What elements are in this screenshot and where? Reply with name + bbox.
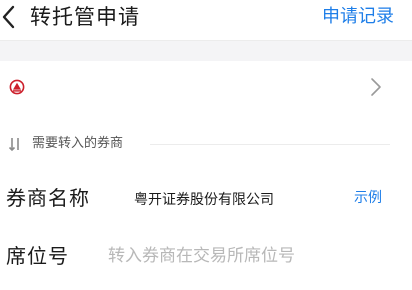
back-button[interactable] xyxy=(0,2,22,32)
target-broker-section-header: 需要转入的券商 xyxy=(0,130,412,158)
top-nav-bar: 转托管申请 申请记录 xyxy=(0,0,412,41)
page-title: 转托管申请 xyxy=(30,5,140,29)
application-records-link[interactable]: 申请记录 xyxy=(322,6,394,28)
broker-name-row: 券商名称 粤开证券股份有限公司 示例 xyxy=(0,170,412,226)
seat-number-row: 席位号 xyxy=(0,228,412,284)
chevron-right-icon xyxy=(371,78,381,96)
broker-name-value: 粤开证券股份有限公司 xyxy=(134,192,274,208)
broker-name-label: 券商名称 xyxy=(6,186,90,210)
example-link[interactable]: 示例 xyxy=(354,189,382,207)
transfer-arrows-icon xyxy=(8,138,19,152)
seat-number-label: 席位号 xyxy=(6,244,69,268)
section-spacer xyxy=(0,41,412,61)
broker-logo-icon xyxy=(9,79,25,95)
chevron-left-icon xyxy=(2,5,15,29)
broker-selector-row[interactable] xyxy=(0,61,412,113)
section-divider xyxy=(150,144,390,145)
seat-number-input[interactable] xyxy=(108,242,388,270)
section-label: 需要转入的券商 xyxy=(32,136,124,151)
